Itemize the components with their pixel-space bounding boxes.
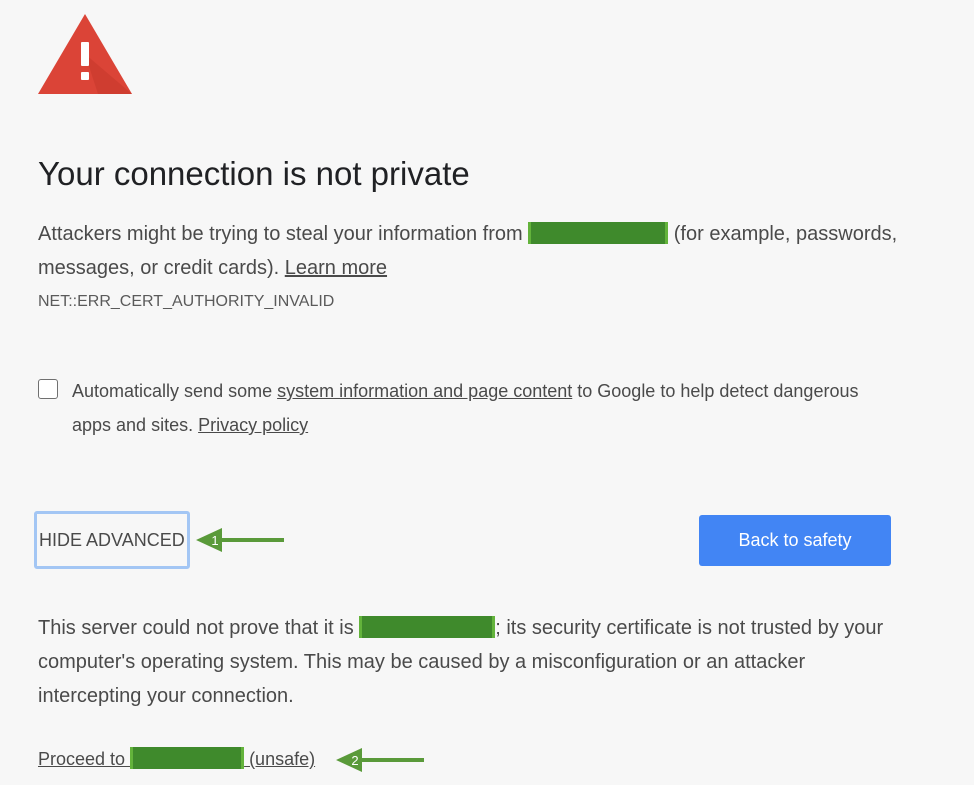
main-message: Attackers might be trying to steal your … [38,217,898,285]
report-text: Automatically send some system informati… [72,374,902,442]
annotation-number-1: 1 [211,533,218,548]
annotation-number-2: 2 [351,753,358,768]
back-to-safety-button[interactable]: Back to safety [699,515,891,566]
report-checkbox[interactable] [38,379,58,399]
arrow-left-annotation-icon: 2 [336,748,424,772]
arrow-left-annotation-icon: 1 [196,528,284,552]
error-code: NET::ERR_CERT_AUTHORITY_INVALID [38,293,335,310]
proceed-line: Proceed to (unsafe) [38,745,315,773]
report-text-part1: Automatically send some [72,381,278,401]
redacted-hostname [528,222,669,244]
redacted-hostname [130,747,245,769]
details-text-before: This server could not prove that it is [38,617,360,639]
details-message: This server could not prove that it is ;… [38,611,908,713]
hide-advanced-button[interactable]: HIDE ADVANCED [34,511,190,569]
redacted-hostname [359,616,496,638]
privacy-policy-link[interactable]: Privacy policy [198,415,308,435]
proceed-text-after: (unsafe) [244,749,316,769]
page-title: Your connection is not private [38,155,470,192]
proceed-link[interactable]: Proceed to (unsafe) [38,747,316,769]
proceed-text-before: Proceed to [38,749,131,769]
warning-triangle-icon [38,14,132,94]
main-message-text-before: Attackers might be trying to steal your … [38,223,529,245]
learn-more-link[interactable]: Learn more [285,257,387,279]
system-information-link[interactable]: system information and page content [277,381,572,401]
